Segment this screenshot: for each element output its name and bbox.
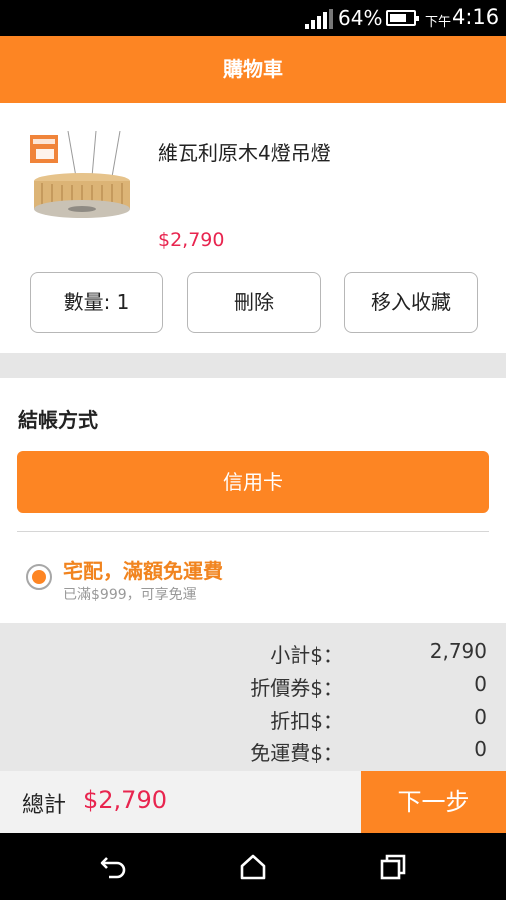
order-summary: 小計$： 2,790 折價券$： 0 折扣$： 0 免運費$： 0 [0,623,506,771]
delete-button[interactable]: 刪除 [187,272,321,333]
radio-selected-dot [32,570,46,584]
app-bar: 購物車 [0,36,506,103]
summary-row-discount: 折扣$： 0 [0,705,506,735]
shipping-option-label[interactable]: 宅配，滿額免運費 [63,555,223,584]
next-step-button[interactable]: 下一步 [361,771,506,833]
total-label: 總計 [22,793,67,818]
clock: 4:16 [452,5,500,29]
home-icon[interactable] [235,849,271,885]
back-icon[interactable] [95,849,131,885]
shipping-option-sublabel: 已滿$999，可享免運 [63,587,197,603]
total-value: $2,790 [83,786,167,814]
status-bar: 64% 下午 4:16 [0,0,506,36]
battery-icon [386,10,419,26]
shipping-radio[interactable] [26,564,52,590]
recents-icon[interactable] [375,849,411,885]
total-area: 總計 $2,790 [0,771,361,833]
battery-percent: 64% [338,6,383,30]
product-name[interactable]: 維瓦利原木4燈吊燈 [158,137,331,166]
summary-label: 小計$： [270,643,343,667]
signal-icon [305,9,333,29]
product-image[interactable] [28,131,136,237]
system-nav-bar [0,833,506,900]
credit-card-button[interactable]: 信用卡 [17,451,489,513]
move-to-favorites-button[interactable]: 移入收藏 [344,272,478,333]
summary-value: 0 [474,737,487,761]
divider [17,531,489,532]
product-price: $2,790 [158,229,225,251]
summary-row-coupon: 折價券$： 0 [0,672,506,702]
checkout-bar: 總計 $2,790 下一步 [0,771,506,833]
summary-value: 0 [474,672,487,696]
time-prefix: 下午 [425,15,452,30]
page-title: 購物車 [223,57,283,81]
cart-item: 維瓦利原木4燈吊燈 $2,790 數量: 1 刪除 移入收藏 [0,103,506,353]
checkout-method-section: 結帳方式 信用卡 宅配，滿額免運費 已滿$999，可享免運 [0,378,506,623]
summary-row-subtotal: 小計$： 2,790 [0,639,506,669]
summary-value: 0 [474,705,487,729]
summary-label: 折扣$： [270,709,343,733]
summary-row-shipping: 免運費$： 0 [0,737,506,767]
checkout-method-title: 結帳方式 [18,408,98,432]
summary-label: 折價券$： [250,676,343,700]
summary-label: 免運費$： [250,741,343,765]
section-divider [0,353,506,378]
quantity-button[interactable]: 數量: 1 [30,272,163,333]
summary-value: 2,790 [429,639,487,663]
